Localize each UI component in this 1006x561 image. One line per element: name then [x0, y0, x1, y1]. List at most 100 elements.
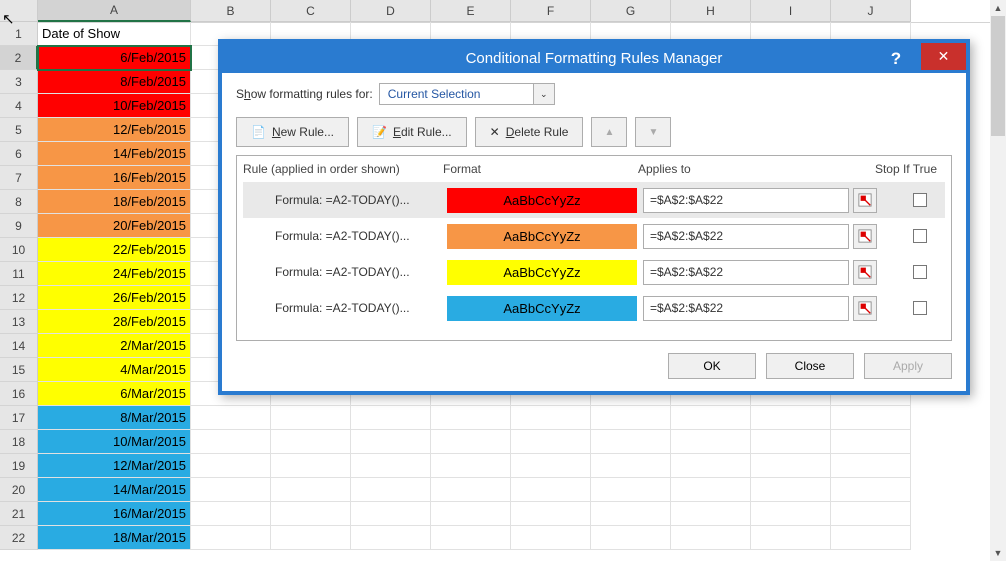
row-header[interactable]: 4 [0, 94, 38, 118]
cell[interactable] [271, 406, 351, 430]
cell[interactable] [831, 430, 911, 454]
range-selector-button[interactable] [853, 188, 877, 213]
row-header[interactable]: 11 [0, 262, 38, 286]
column-header-c[interactable]: C [271, 0, 351, 22]
cell[interactable] [351, 430, 431, 454]
column-header-f[interactable]: F [511, 0, 591, 22]
cell[interactable]: 10/Feb/2015 [38, 94, 191, 118]
cell[interactable] [671, 526, 751, 550]
cell[interactable] [271, 478, 351, 502]
cell[interactable] [351, 526, 431, 550]
row-header[interactable]: 12 [0, 286, 38, 310]
apply-button[interactable]: Apply [864, 353, 952, 379]
stop-if-true-checkbox[interactable] [913, 193, 927, 207]
cell[interactable]: 26/Feb/2015 [38, 286, 191, 310]
cell[interactable] [511, 502, 591, 526]
cell[interactable] [351, 502, 431, 526]
cell[interactable]: 20/Feb/2015 [38, 214, 191, 238]
cell[interactable] [191, 478, 271, 502]
cell[interactable]: 6/Mar/2015 [38, 382, 191, 406]
scope-select[interactable]: Current Selection ⌄ [379, 83, 555, 105]
row-header[interactable]: 21 [0, 502, 38, 526]
close-button[interactable]: ✕ [921, 43, 966, 70]
row-header[interactable]: 19 [0, 454, 38, 478]
cell[interactable] [751, 406, 831, 430]
ok-button[interactable]: OK [668, 353, 756, 379]
row-header[interactable]: 5 [0, 118, 38, 142]
column-header-h[interactable]: H [671, 0, 751, 22]
cell[interactable]: 12/Feb/2015 [38, 118, 191, 142]
column-header-e[interactable]: E [431, 0, 511, 22]
row-header[interactable]: 8 [0, 190, 38, 214]
cell[interactable] [191, 430, 271, 454]
cell[interactable]: Date of Show [38, 22, 191, 46]
cell[interactable] [831, 454, 911, 478]
stop-if-true-checkbox[interactable] [913, 265, 927, 279]
cell[interactable] [431, 526, 511, 550]
cell[interactable]: 14/Mar/2015 [38, 478, 191, 502]
row-header[interactable]: 18 [0, 430, 38, 454]
row-header[interactable]: 15 [0, 358, 38, 382]
column-header-b[interactable]: B [191, 0, 271, 22]
row-header[interactable]: 17 [0, 406, 38, 430]
cell[interactable]: 6/Feb/2015 [38, 46, 191, 70]
range-selector-button[interactable] [853, 260, 877, 285]
stop-if-true-checkbox[interactable] [913, 301, 927, 315]
cell[interactable] [351, 454, 431, 478]
cell[interactable] [671, 454, 751, 478]
column-header-i[interactable]: I [751, 0, 831, 22]
row-header[interactable]: 13 [0, 310, 38, 334]
cell[interactable] [191, 502, 271, 526]
cell[interactable]: 14/Feb/2015 [38, 142, 191, 166]
cell[interactable] [751, 454, 831, 478]
cell[interactable] [751, 526, 831, 550]
stop-if-true-checkbox[interactable] [913, 229, 927, 243]
move-up-button[interactable]: ▲ [591, 117, 627, 147]
delete-rule-button[interactable]: ✕ Delete Rule [475, 117, 584, 147]
rule-row[interactable]: Formula: =A2-TODAY()...AaBbCcYyZz=$A$2:$… [243, 254, 945, 290]
range-selector-button[interactable] [853, 296, 877, 321]
cell[interactable] [511, 478, 591, 502]
cell[interactable]: 18/Feb/2015 [38, 190, 191, 214]
cell[interactable]: 12/Mar/2015 [38, 454, 191, 478]
column-header-g[interactable]: G [591, 0, 671, 22]
cell[interactable]: 4/Mar/2015 [38, 358, 191, 382]
cell[interactable] [751, 430, 831, 454]
cell[interactable]: 8/Feb/2015 [38, 70, 191, 94]
cell[interactable] [431, 502, 511, 526]
cell[interactable] [191, 406, 271, 430]
rule-applies-input[interactable]: =$A$2:$A$22 [643, 260, 849, 285]
column-header-a[interactable]: A [38, 0, 191, 22]
cell[interactable] [351, 406, 431, 430]
cell[interactable] [431, 454, 511, 478]
scroll-up-button[interactable]: ▲ [990, 0, 1006, 16]
row-header[interactable]: 1 [0, 22, 38, 46]
cell[interactable] [831, 526, 911, 550]
cell[interactable] [591, 454, 671, 478]
cell[interactable] [431, 406, 511, 430]
rule-applies-input[interactable]: =$A$2:$A$22 [643, 188, 849, 213]
column-header-j[interactable]: J [831, 0, 911, 22]
cell[interactable] [591, 406, 671, 430]
cell[interactable] [671, 478, 751, 502]
range-selector-button[interactable] [853, 224, 877, 249]
row-header[interactable]: 14 [0, 334, 38, 358]
rule-applies-input[interactable]: =$A$2:$A$22 [643, 296, 849, 321]
cell[interactable] [271, 430, 351, 454]
row-header[interactable]: 7 [0, 166, 38, 190]
edit-rule-button[interactable]: 📝 Edit Rule... [357, 117, 467, 147]
vertical-scrollbar[interactable]: ▲ ▼ [990, 0, 1006, 561]
cell[interactable] [431, 478, 511, 502]
cell[interactable]: 16/Feb/2015 [38, 166, 191, 190]
cell[interactable] [831, 406, 911, 430]
move-down-button[interactable]: ▼ [635, 117, 671, 147]
cell[interactable] [271, 526, 351, 550]
cell[interactable]: 22/Feb/2015 [38, 238, 191, 262]
cell[interactable]: 24/Feb/2015 [38, 262, 191, 286]
cell[interactable] [591, 430, 671, 454]
cell[interactable] [591, 526, 671, 550]
scroll-thumb[interactable] [991, 16, 1005, 136]
cell[interactable] [671, 502, 751, 526]
cell[interactable]: 28/Feb/2015 [38, 310, 191, 334]
cell[interactable]: 18/Mar/2015 [38, 526, 191, 550]
